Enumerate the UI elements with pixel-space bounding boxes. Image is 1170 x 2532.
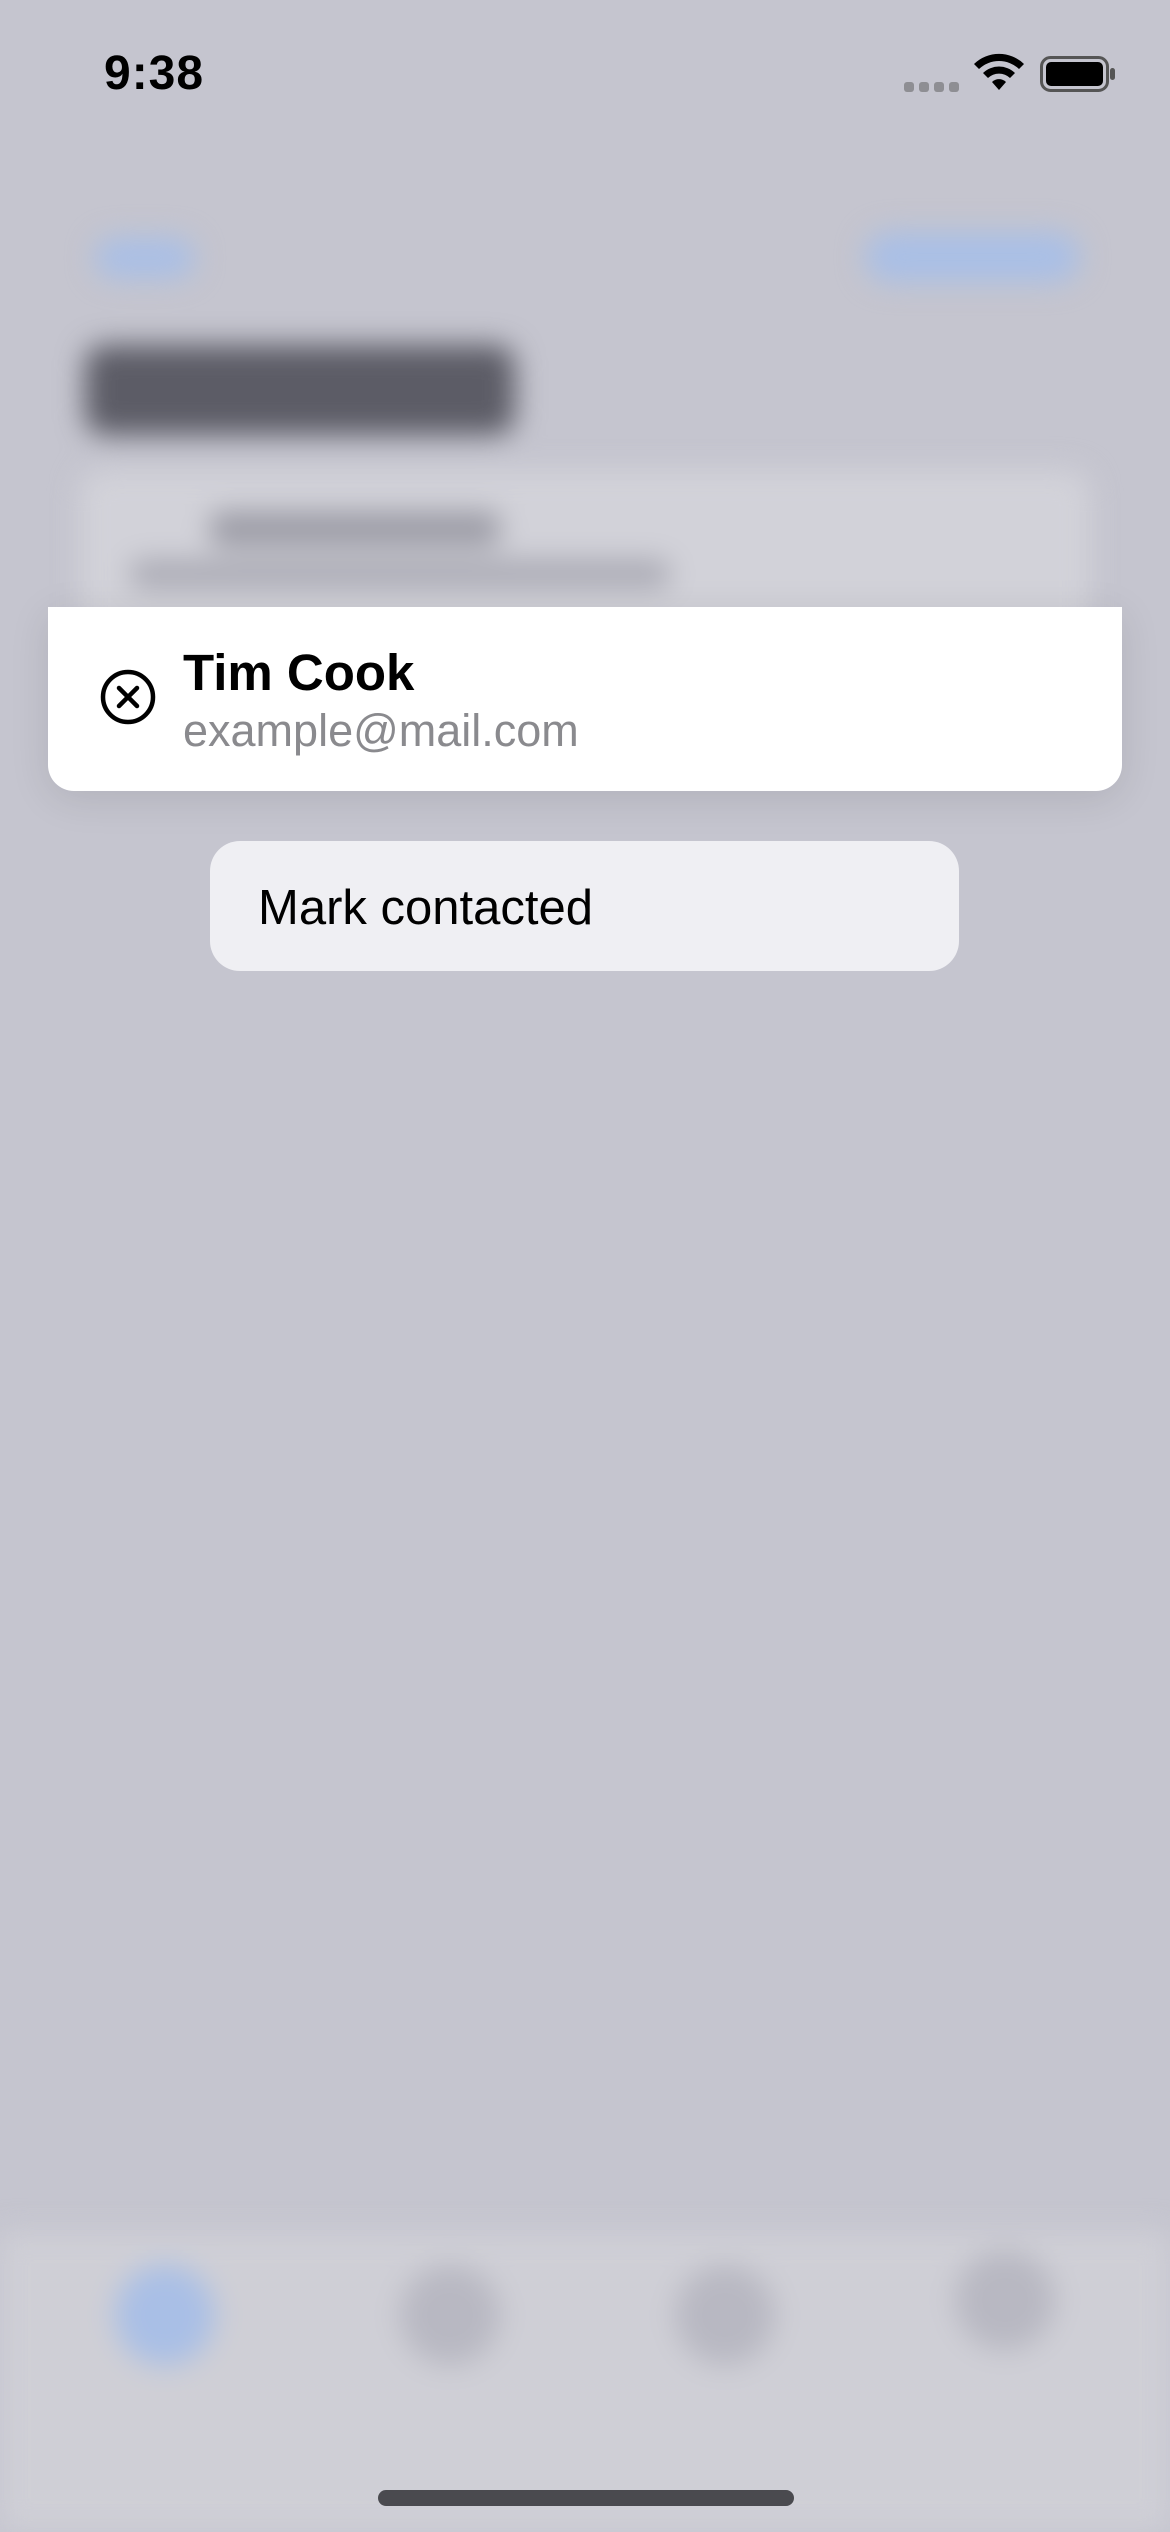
blurred-list-text (210, 512, 500, 546)
battery-icon (1040, 56, 1115, 92)
cellular-signal-icon (904, 82, 959, 92)
blurred-tab-icon (675, 2265, 775, 2365)
blurred-tab-icon (955, 2250, 1055, 2350)
contact-name: Tim Cook (183, 644, 415, 701)
contact-preview-card[interactable]: Tim Cook example@mail.com (48, 607, 1122, 791)
menu-item-mark-contacted[interactable]: Mark contacted (210, 841, 959, 971)
wifi-icon (974, 53, 1024, 90)
context-menu: Mark contacted (210, 841, 959, 971)
xmark-circle-icon[interactable] (100, 669, 156, 725)
blurred-list-subtext (130, 560, 670, 588)
status-time: 9:38 (104, 47, 205, 100)
menu-item-label: Mark contacted (258, 881, 593, 935)
blurred-tab-icon (115, 2265, 215, 2365)
blurred-background-app (0, 0, 1170, 2532)
home-indicator[interactable] (378, 2490, 794, 2506)
blurred-nav-right-button (865, 232, 1080, 282)
screen: 9:38 Tim Cook example@mail.com Mark cont… (0, 0, 1170, 2532)
contact-email: example@mail.com (183, 705, 579, 756)
blurred-tab-icon (400, 2265, 500, 2365)
blurred-large-title (85, 345, 515, 435)
blurred-nav-left-button (95, 238, 195, 278)
status-bar: 9:38 (0, 0, 1170, 150)
